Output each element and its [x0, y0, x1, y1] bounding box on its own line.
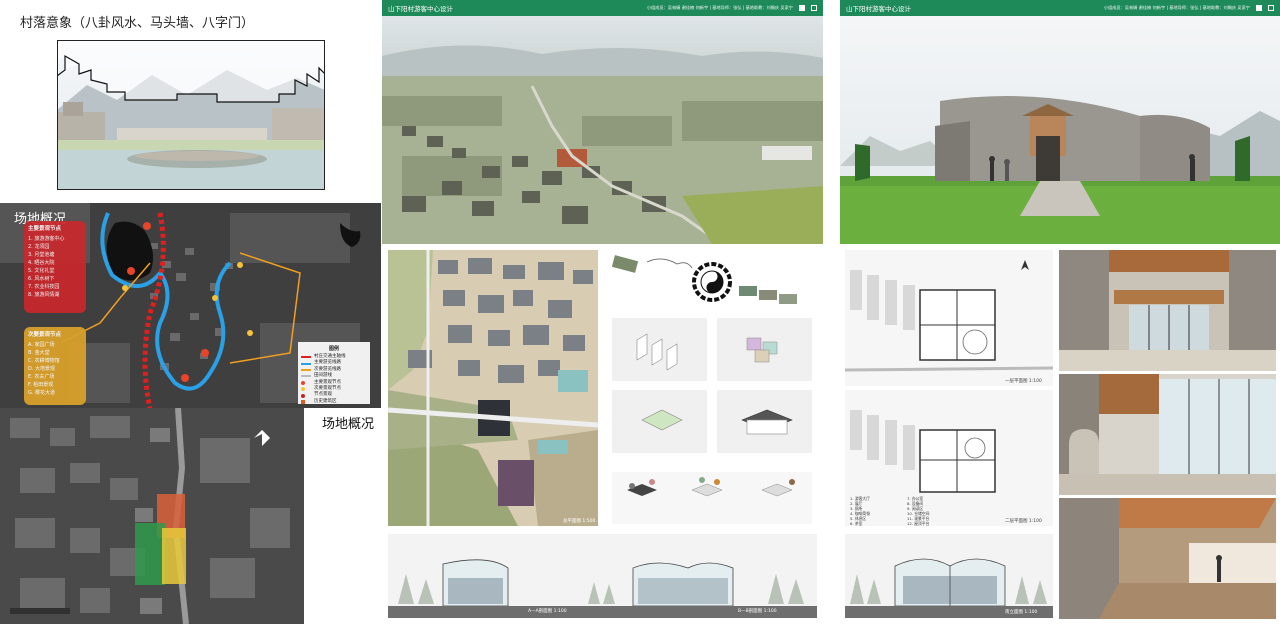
- site-overview-title-2: 场地概况: [322, 417, 375, 432]
- legend-swatch: [301, 380, 305, 385]
- village-aerial-photo: [382, 16, 823, 244]
- credits-text-right: 小组成员：吴林娟 谢佳楠 何新宇 | 基地导师：张弘 | 基地助教：刘赐庆 吴家…: [1103, 5, 1250, 10]
- plan-legend-item: 12. 屋顶平台: [907, 521, 930, 526]
- south-elevation: 南立面图 1:100: [845, 534, 1053, 618]
- secondary-node-item: F. 稻田景观: [28, 382, 54, 388]
- square-outline-icon: [1268, 5, 1274, 11]
- legend-title: 图例: [328, 346, 339, 352]
- secondary-nodes-panel: 次要景观节点 A. 家园广场 B. 金大堂 C. 农耕博物馆 D. 大地景观 E…: [24, 327, 86, 405]
- secondary-node-item: B. 金大堂: [28, 350, 50, 356]
- legend-swatch: [301, 362, 311, 365]
- square-outline-icon: [811, 5, 817, 11]
- main-nodes-panel: 主要景观节点 1. 旅游游客中心 2. 龙须园 3. 月堂池塘 4. 晒谷大院 …: [24, 221, 86, 313]
- main-node-item: 2. 龙须园: [28, 244, 50, 250]
- second-floor-plan: 1. 游客大厅 2. 展厅 3. 厕所 4. 咖啡简餐 5. 休息区 6. 茶室…: [845, 390, 1053, 526]
- concept-diagrams: [607, 250, 817, 526]
- secondary-nodes-title: 次要景观节点: [28, 332, 62, 338]
- legend-swatch: [301, 400, 305, 405]
- section-elevation-middle: A—A剖面图 1:100 B—B剖面图 1:100: [388, 534, 817, 618]
- square-icon: [799, 5, 805, 11]
- project-title-right: 山下阳村游客中心设计: [846, 5, 911, 13]
- interior-render-2: [1059, 374, 1276, 495]
- legend-swatch: [301, 375, 311, 378]
- legend-swatch: [301, 369, 311, 372]
- secondary-node-item: C. 农耕博物馆: [28, 358, 60, 364]
- project-title: 山下阳村游客中心设计: [388, 5, 453, 13]
- board-header-middle: 山下阳村游客中心设计 小组成员：吴林娟 谢佳楠 何新宇 | 基地导师：张弘 | …: [382, 0, 823, 16]
- section-a-caption: A—A剖面图 1:100: [528, 609, 567, 614]
- main-node-item: 4. 晒谷大院: [28, 260, 55, 266]
- plan-legend: 1. 游客大厅 2. 展厅 3. 厕所 4. 咖啡简餐 5. 休息区 6. 茶室…: [850, 496, 960, 526]
- square-icon: [1256, 5, 1262, 11]
- main-node-item: 5. 文化礼堂: [28, 268, 55, 274]
- main-node-item: 3. 月堂池塘: [28, 252, 55, 258]
- legend-label: 历史建筑区: [314, 398, 337, 404]
- plan2-caption: 二层平面图 1:100: [1005, 519, 1042, 524]
- main-nodes-title: 主要景观节点: [28, 226, 62, 232]
- interior-render-1: [1059, 250, 1276, 371]
- legend-row: 历史建筑区: [301, 399, 367, 405]
- main-node-item: 6. 风水树下: [28, 276, 55, 282]
- exterior-render: [840, 16, 1280, 244]
- map-legend: 图例 村庄交通主轴线 主要游览线路 次要游览线路 田间游线 主要景观节点 次要景…: [298, 342, 370, 405]
- village-image-title: 村落意象（八卦风水、马头墙、八字门）: [20, 16, 255, 31]
- first-floor-plan: 一层平面图 1:100: [845, 250, 1053, 386]
- village-landscape-photo: [57, 40, 325, 190]
- interior-render-3: [1059, 498, 1276, 619]
- secondary-node-item: A. 家园广场: [28, 342, 55, 348]
- legend-swatch: [301, 393, 305, 398]
- main-node-item: 7. 农业科技园: [28, 284, 60, 290]
- legend-swatch: [301, 387, 305, 392]
- secondary-node-item: E. 农夫广场: [28, 374, 55, 380]
- secondary-node-item: D. 大地景观: [28, 366, 56, 372]
- section-b-caption: B—B剖面图 1:100: [738, 609, 777, 614]
- main-node-item: 1. 旅游游客中心: [28, 236, 65, 242]
- black-white-aerial-image: [0, 408, 304, 624]
- master-site-plan: 总平面图 1:500: [388, 250, 598, 526]
- plan-legend-item: 6. 茶室: [850, 521, 863, 526]
- credits-text: 小组成员：吴林娟 谢佳楠 何新宇 | 基地导师：张弘 | 基地助教：刘赐庆 吴家…: [646, 5, 793, 10]
- site-plan-caption: 总平面图 1:500: [563, 519, 596, 524]
- elevation-caption: 南立面图 1:100: [1005, 610, 1038, 615]
- bagua-icon: [692, 262, 732, 302]
- plan1-caption: 一层平面图 1:100: [1005, 379, 1042, 384]
- main-node-item: 8. 旅游风情湖: [28, 292, 60, 298]
- board-header-right: 山下阳村游客中心设计 小组成员：吴林娟 谢佳楠 何新宇 | 基地导师：张弘 | …: [840, 0, 1280, 16]
- legend-swatch: [301, 356, 311, 359]
- secondary-node-item: G. 樱花大道: [28, 390, 56, 396]
